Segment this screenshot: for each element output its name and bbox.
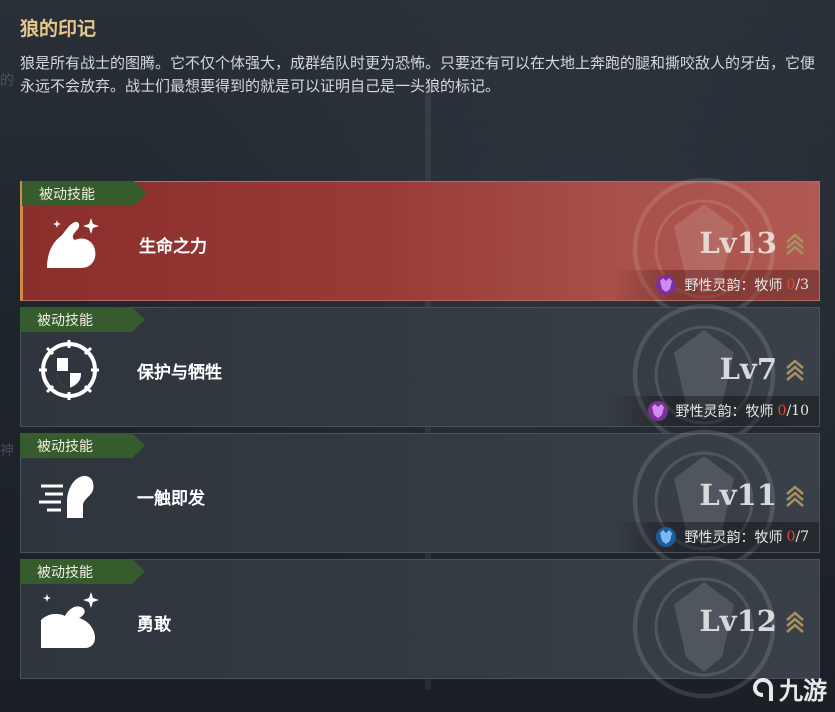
background-fragment: 神 — [0, 443, 14, 459]
purple-wolf-icon — [656, 275, 677, 295]
upgrade-chevron-icon — [786, 485, 804, 507]
passive-skill-tag: 被动技能 — [20, 307, 145, 332]
page-description: 狼是所有战士的图腾。它不仅个体强大，成群结队时更为恐怖。只要还有可以在大地上奔跑… — [20, 54, 816, 95]
dashing-figure-icon — [39, 475, 94, 518]
skill-card-brave[interactable]: 被动技能 勇敢 Lv12 — [20, 555, 820, 699]
skill-name: 保护与牺牲 — [137, 363, 222, 383]
skill-level: Lv13 — [699, 226, 777, 260]
page-title: 狼的印记 — [20, 18, 97, 40]
skill-level: Lv7 — [719, 352, 777, 386]
background-fragment: 的 — [0, 73, 14, 89]
skill-name: 生命之力 — [139, 237, 207, 257]
skill-name: 一触即发 — [137, 489, 205, 509]
site-watermark: 九游 — [749, 671, 827, 706]
skill-name: 勇敢 — [137, 615, 171, 635]
blue-wolf-icon — [656, 527, 677, 547]
wild-resonance-status: 野性灵韵：牧师 0/10 — [605, 396, 819, 426]
skill-card-protect-sacrifice[interactable]: 被动技能 保护与牺牲 Lv7 野性灵韵：牧师 0/10 — [20, 303, 820, 447]
flexed-arm-icon — [47, 218, 99, 268]
muscle-arm-icon — [41, 592, 99, 648]
skill-level: Lv11 — [699, 478, 777, 512]
upgrade-chevron-icon — [786, 611, 804, 633]
skill-card-hair-trigger[interactable]: 被动技能 一触即发 Lv11 野性灵韵：牧师 0/7 — [20, 429, 820, 573]
wild-resonance-status: 野性灵韵：牧师 0/3 — [614, 270, 819, 300]
upgrade-chevron-icon — [786, 359, 804, 381]
upgrade-chevron-icon — [786, 233, 804, 255]
passive-skill-tag: 被动技能 — [20, 433, 145, 458]
shield-icon — [39, 340, 99, 400]
jiuyou-logo-icon — [753, 677, 773, 701]
skill-level: Lv12 — [699, 604, 777, 638]
skill-panel: 的 神 狼的印记 狼是所有战士的图腾。它不仅个体强大，成群结队时更为恐怖。只要还… — [0, 0, 835, 712]
skill-card-life-force[interactable]: 被动技能 生命之力 Lv13 野性灵韵：牧师 0/3 — [20, 177, 820, 321]
passive-skill-tag: 被动技能 — [20, 559, 145, 584]
wild-resonance-status: 野性灵韵：牧师 0/7 — [614, 522, 819, 552]
purple-wolf-icon — [647, 401, 668, 421]
passive-skill-tag: 被动技能 — [22, 181, 147, 206]
